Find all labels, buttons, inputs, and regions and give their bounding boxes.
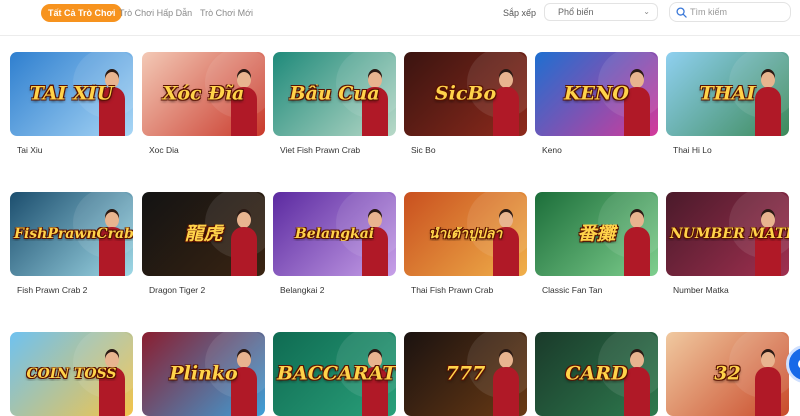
game-card[interactable]: น้ำเต้าปูปลา — [404, 192, 527, 276]
dealer-figure — [493, 352, 519, 416]
game-logo-text: TÀI XỈU — [29, 84, 114, 104]
sort-select-value: Phổ biến — [558, 7, 594, 17]
search-box[interactable] — [669, 2, 791, 22]
game-logo-text: Belangkai — [294, 227, 375, 241]
dealer-figure — [362, 72, 388, 136]
dealer-figure — [231, 352, 257, 416]
game-card[interactable]: KENO — [535, 52, 658, 136]
game-logo-text: KENO — [564, 84, 629, 104]
game-logo-text: Xóc Đĩa — [162, 84, 245, 104]
dealer-figure — [99, 212, 125, 276]
game-logo-text: CARD — [565, 364, 628, 384]
game-card[interactable]: 龍虎 — [142, 192, 265, 276]
game-title[interactable]: Keno — [542, 145, 562, 155]
game-title[interactable]: Belangkai 2 — [280, 285, 324, 295]
game-title[interactable]: Sic Bo — [411, 145, 436, 155]
game-card[interactable]: 32 — [666, 332, 789, 416]
tab-all-games[interactable]: Tất Cả Trò Chơi — [41, 4, 123, 22]
game-title[interactable]: Number Matka — [673, 285, 729, 295]
dealer-figure — [231, 212, 257, 276]
game-logo-text: Bầu Cua — [289, 84, 380, 104]
game-title[interactable]: Fish Prawn Crab 2 — [17, 285, 87, 295]
game-card[interactable]: 777 — [404, 332, 527, 416]
sort-label: Sắp xếp — [503, 8, 537, 18]
tab-new-games[interactable]: Trò Chơi Mới — [200, 4, 253, 22]
tab-featured-games[interactable]: Trò Chơi Hấp Dẫn — [119, 4, 192, 22]
game-logo-text: 777 — [445, 364, 486, 384]
game-logo-text: COIN TOSS — [26, 367, 117, 381]
game-title[interactable]: Thai Fish Prawn Crab — [411, 285, 493, 295]
game-card[interactable]: BACCARAT — [273, 332, 396, 416]
game-logo-text: 番攤 — [577, 224, 616, 244]
game-logo-text: THAI — [699, 84, 756, 104]
dealer-figure — [755, 352, 781, 416]
game-card[interactable]: CARD — [535, 332, 658, 416]
game-title[interactable]: Xoc Dia — [149, 145, 179, 155]
game-card[interactable]: Belangkai — [273, 192, 396, 276]
dealer-figure — [624, 72, 650, 136]
sort-select[interactable]: Phổ biến ⌄ — [544, 3, 658, 21]
game-card[interactable]: SicBo — [404, 52, 527, 136]
game-logo-text: FishPrawnCrab — [14, 227, 133, 241]
game-title[interactable]: Viet Fish Prawn Crab — [280, 145, 360, 155]
game-card[interactable]: 番攤 — [535, 192, 658, 276]
dealer-figure — [493, 212, 519, 276]
dealer-figure — [624, 212, 650, 276]
game-logo-text: BACCARAT — [277, 364, 396, 384]
game-card[interactable]: FishPrawnCrab — [10, 192, 133, 276]
game-logo-text: 32 — [714, 364, 741, 384]
dealer-figure — [362, 212, 388, 276]
toolbar-divider — [0, 35, 800, 36]
game-logo-text: 龍虎 — [184, 224, 223, 244]
dealer-figure — [99, 72, 125, 136]
game-card[interactable]: THAI — [666, 52, 789, 136]
dealer-figure — [231, 72, 257, 136]
game-logo-text: SicBo — [434, 84, 497, 104]
game-title[interactable]: Tai Xiu — [17, 145, 43, 155]
search-input[interactable] — [690, 5, 786, 19]
dealer-figure — [624, 352, 650, 416]
game-logo-text: NUMBER MATKA — [670, 227, 789, 241]
game-card[interactable]: Plinko — [142, 332, 265, 416]
game-title[interactable]: Classic Fan Tan — [542, 285, 602, 295]
game-title[interactable]: Dragon Tiger 2 — [149, 285, 205, 295]
dealer-figure — [755, 212, 781, 276]
game-card[interactable]: Xóc Đĩa — [142, 52, 265, 136]
chevron-down-icon: ⌄ — [643, 7, 650, 16]
game-card[interactable]: NUMBER MATKA — [666, 192, 789, 276]
game-title[interactable]: Thai Hi Lo — [673, 145, 712, 155]
dealer-figure — [755, 72, 781, 136]
game-logo-text: น้ำเต้าปูปลา — [428, 227, 503, 241]
game-card[interactable]: COIN TOSS — [10, 332, 133, 416]
game-card[interactable]: TÀI XỈU — [10, 52, 133, 136]
dealer-figure — [493, 72, 519, 136]
game-logo-text: Plinko — [169, 364, 238, 384]
game-card[interactable]: Bầu Cua — [273, 52, 396, 136]
filter-toolbar: Tất Cả Trò Chơi Trò Chơi Hấp Dẫn Trò Chơ… — [0, 0, 800, 28]
search-icon — [676, 7, 687, 18]
dealer-figure — [99, 352, 125, 416]
dealer-figure — [362, 352, 388, 416]
